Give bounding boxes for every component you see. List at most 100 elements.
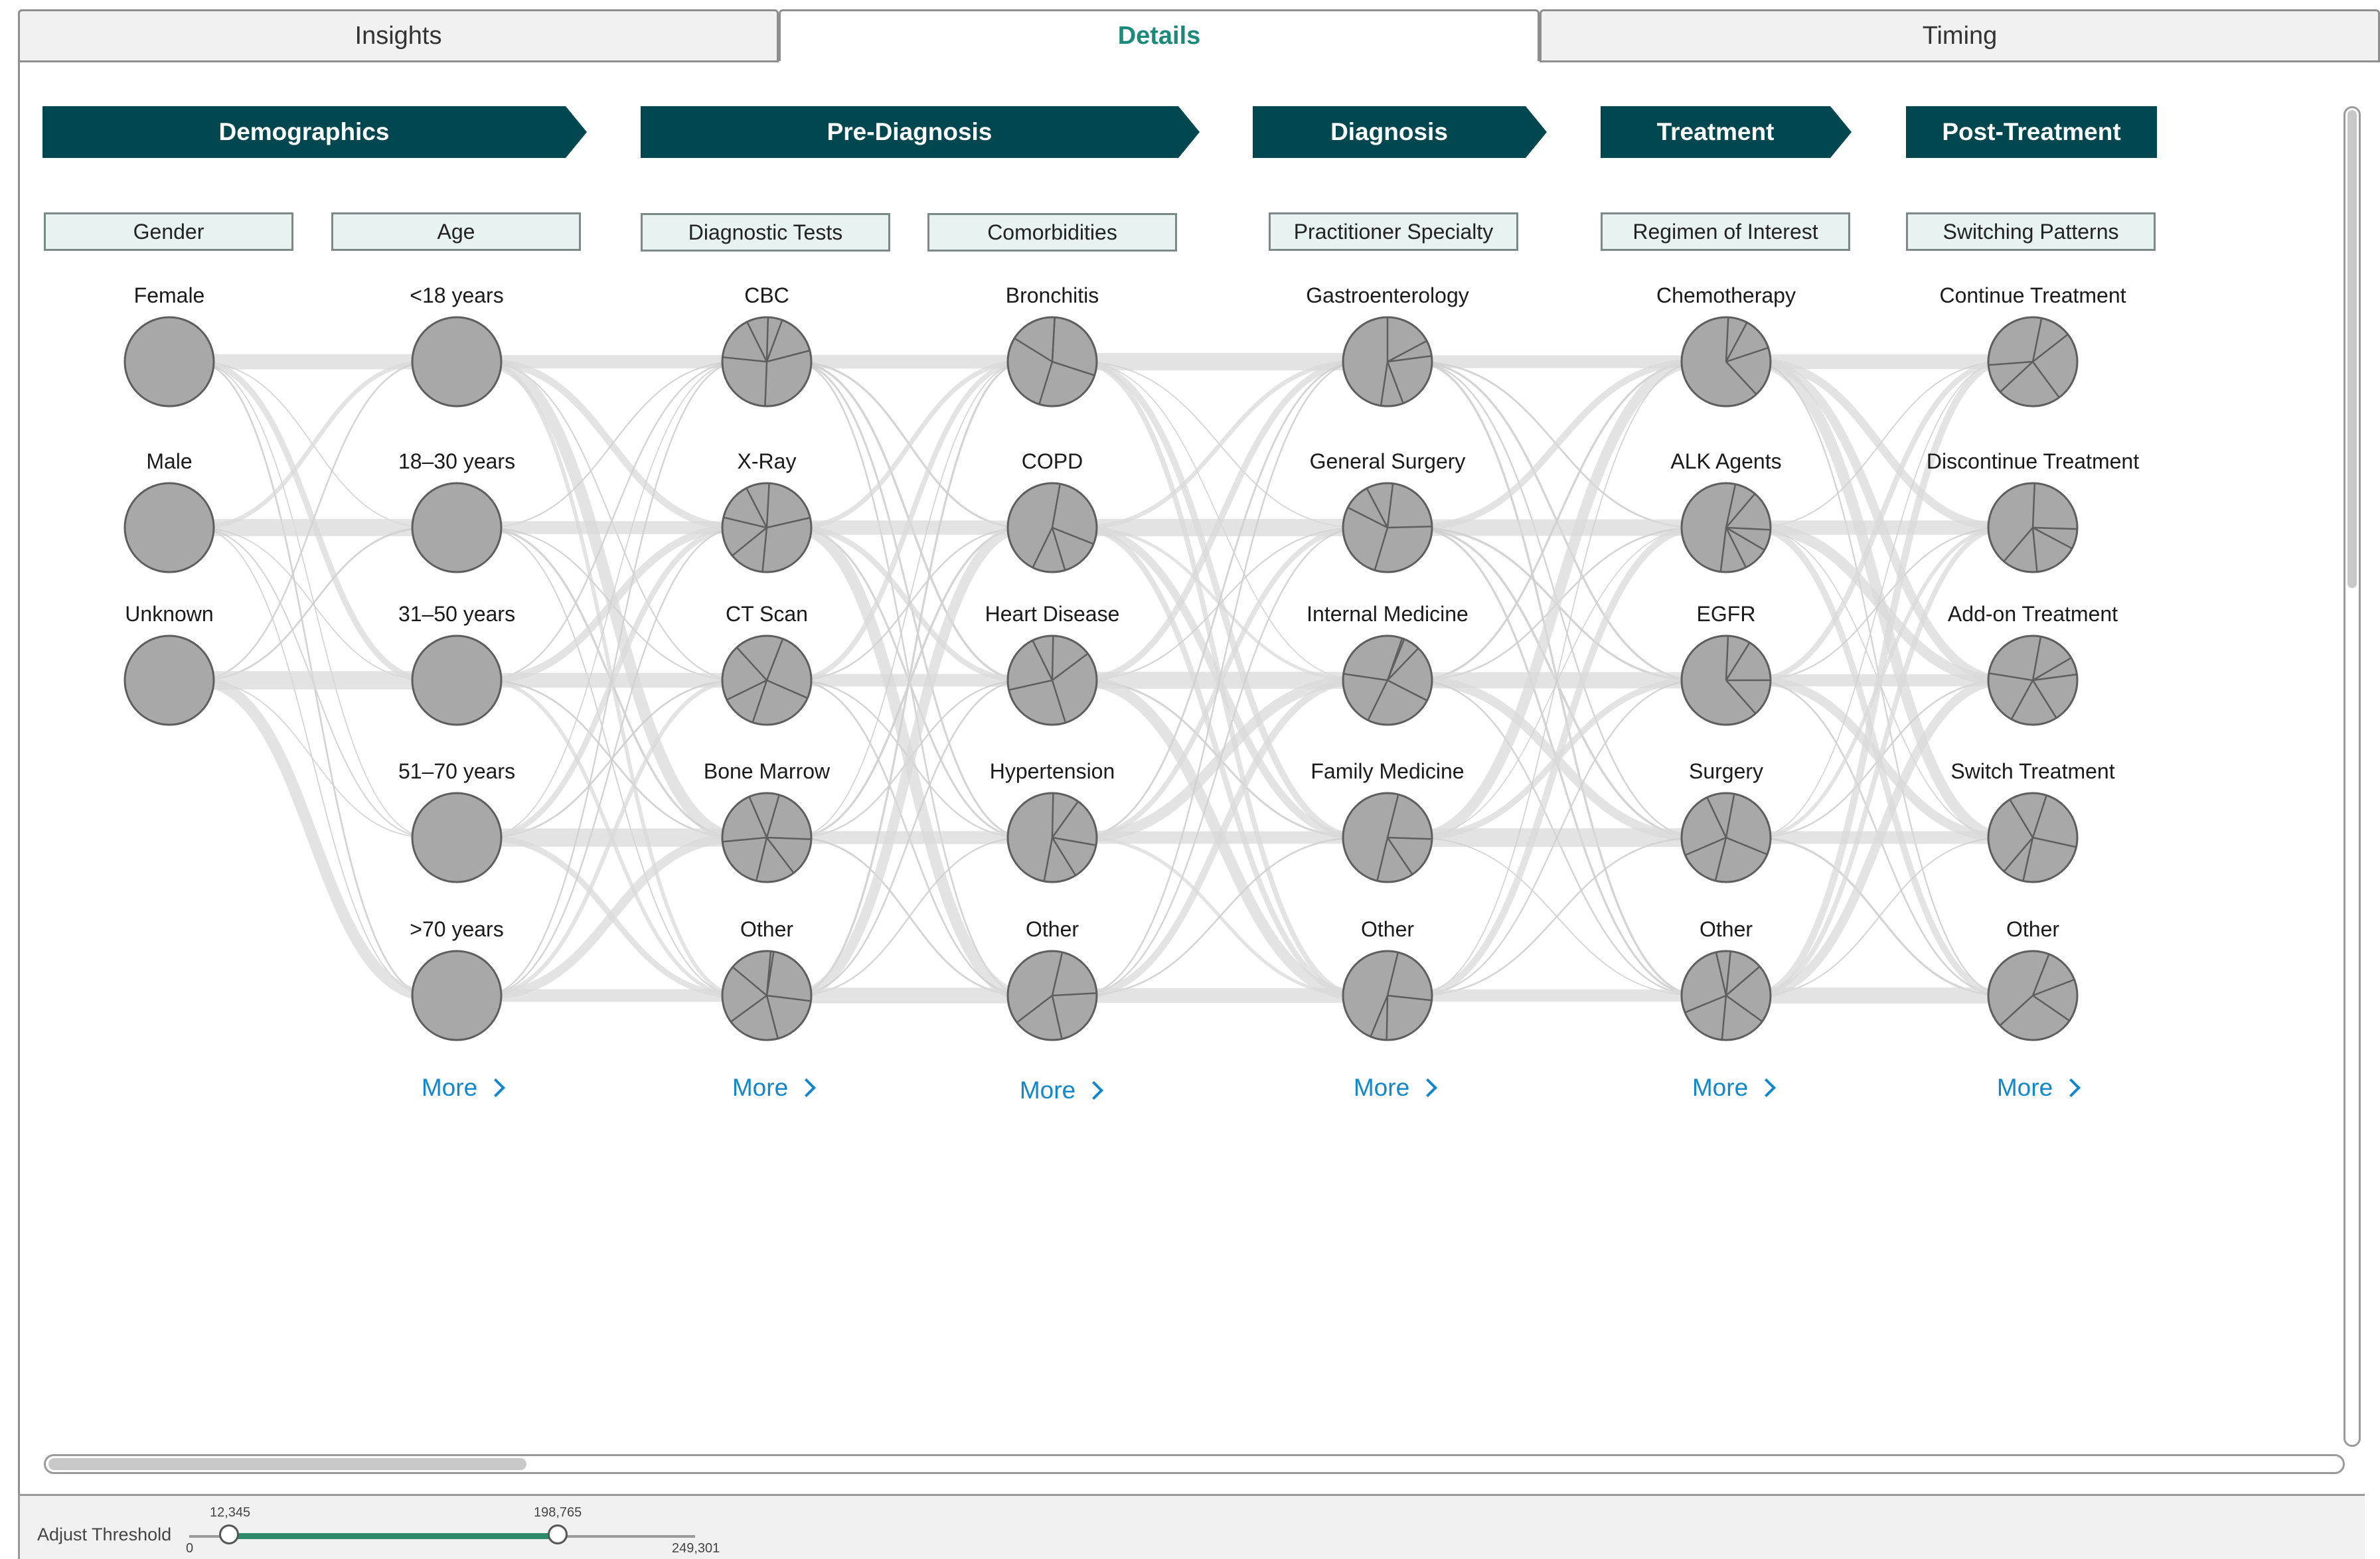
node-circle[interactable] xyxy=(411,482,503,573)
category-switching-patterns[interactable]: Switching Patterns xyxy=(1906,212,2156,251)
flow-node[interactable]: Surgery xyxy=(1680,759,1772,883)
flow-link[interactable] xyxy=(196,680,430,838)
flow-node[interactable]: Other xyxy=(1342,917,1433,1041)
chevron-right-icon xyxy=(1085,1080,1104,1100)
category-label: Age xyxy=(437,219,475,244)
threshold-max-value: 249,301 xyxy=(672,1541,720,1556)
flow-node[interactable]: Bronchitis xyxy=(1006,283,1099,408)
flow-link[interactable] xyxy=(483,524,740,684)
more-label: More xyxy=(1019,1076,1076,1104)
category-practitioner-specialty[interactable]: Practitioner Specialty xyxy=(1269,212,1518,251)
flow-node[interactable]: 18–30 years xyxy=(398,449,515,573)
node-circle[interactable] xyxy=(411,792,503,883)
category-diagnostic-tests[interactable]: Diagnostic Tests xyxy=(641,213,890,252)
flow-node[interactable]: COPD xyxy=(1006,449,1098,573)
pie-slice-divider xyxy=(1051,792,1054,838)
node-label: Gastroenterology xyxy=(1306,283,1468,307)
flow-node[interactable]: Other xyxy=(1987,917,2079,1041)
flow-node[interactable]: Unknown xyxy=(123,602,215,726)
flow-node[interactable]: X-Ray xyxy=(721,449,813,573)
vertical-scrollbar[interactable] xyxy=(2343,106,2361,1447)
flow-node[interactable]: Hypertension xyxy=(990,759,1115,883)
chevron-right-icon xyxy=(1419,1078,1438,1098)
category-label: Diagnostic Tests xyxy=(688,220,843,244)
horizontal-scrollbar-thumb[interactable] xyxy=(48,1458,526,1470)
flow-link[interactable] xyxy=(1414,358,1700,531)
node-label: EGFR xyxy=(1697,602,1756,626)
flow-node[interactable]: Male xyxy=(123,449,215,573)
node-label: Unknown xyxy=(125,602,213,626)
threshold-high-handle[interactable] xyxy=(548,1524,568,1544)
stage-label: Diagnosis xyxy=(1330,118,1448,145)
flow-node[interactable]: General Surgery xyxy=(1310,449,1466,573)
flow-node[interactable]: <18 years xyxy=(410,283,504,408)
flow-node[interactable]: ALK Agents xyxy=(1670,449,1782,573)
node-label: Add-on Treatment xyxy=(1948,602,2118,626)
pie-slice-divider xyxy=(1386,995,1389,1041)
threshold-min-value: 0 xyxy=(186,1541,194,1556)
flow-node[interactable]: Other xyxy=(1006,917,1098,1041)
flow-node[interactable]: >70 years xyxy=(410,917,504,1041)
node-label: Female xyxy=(134,283,205,307)
stage-diagnosis: Diagnosis xyxy=(1253,106,1547,158)
node-circle[interactable] xyxy=(411,950,503,1041)
stage-post-treatment: Post-Treatment xyxy=(1906,106,2157,158)
node-circle[interactable] xyxy=(123,482,215,573)
flow-node[interactable]: Bone Marrow xyxy=(704,759,831,883)
flow-link[interactable] xyxy=(1414,836,1700,997)
category-age[interactable]: Age xyxy=(331,212,581,251)
more-switching-patterns-link[interactable]: More xyxy=(1997,1074,2081,1102)
node-circle[interactable] xyxy=(411,634,503,726)
more-regimen-link[interactable]: More xyxy=(1692,1074,1777,1102)
category-regimen-of-interest[interactable]: Regimen of Interest xyxy=(1601,212,1850,251)
chevron-right-icon xyxy=(2062,1078,2081,1098)
threshold-high-value: 198,765 xyxy=(534,1505,582,1520)
flow-link[interactable] xyxy=(195,674,431,1002)
node-circle[interactable] xyxy=(123,316,215,408)
node-label: 51–70 years xyxy=(398,759,515,783)
node-label: Other xyxy=(1026,917,1079,941)
node-circle[interactable] xyxy=(411,316,503,408)
more-practitioner-specialty-link[interactable]: More xyxy=(1354,1074,1438,1102)
flow-link[interactable] xyxy=(196,361,430,838)
stage-label: Post-Treatment xyxy=(1942,118,2121,145)
flow-node[interactable]: 51–70 years xyxy=(398,759,515,883)
flow-node[interactable]: Female xyxy=(123,283,215,408)
flow-node[interactable]: CT Scan xyxy=(721,602,813,726)
node-label: Heart Disease xyxy=(985,602,1120,626)
threshold-label: Adjust Threshold xyxy=(37,1524,172,1544)
category-gender[interactable]: Gender xyxy=(44,212,293,251)
node-label: 18–30 years xyxy=(398,449,515,473)
stage-pre-diagnosis: Pre-Diagnosis xyxy=(641,106,1200,158)
more-comorbidities-link[interactable]: More xyxy=(1019,1076,1104,1104)
more-age-link[interactable]: More xyxy=(422,1074,506,1102)
flow-link[interactable] xyxy=(196,526,430,682)
flow-node[interactable]: Add-on Treatment xyxy=(1948,602,2118,726)
flow-link[interactable] xyxy=(793,359,1026,530)
flow-node[interactable]: Heart Disease xyxy=(985,602,1120,726)
more-label: More xyxy=(732,1074,789,1101)
threshold-low-handle[interactable] xyxy=(219,1524,239,1544)
flow-link[interactable] xyxy=(483,361,740,838)
stage-demographics: Demographics xyxy=(42,106,587,158)
node-label: 31–50 years xyxy=(398,602,515,626)
flow-node[interactable]: EGFR xyxy=(1680,602,1772,726)
node-label: Surgery xyxy=(1689,759,1763,783)
node-label: Other xyxy=(2006,917,2059,941)
flow-link[interactable] xyxy=(196,359,430,530)
flow-node[interactable]: CBC xyxy=(721,283,813,408)
more-diagnostic-tests-link[interactable]: More xyxy=(732,1074,817,1102)
category-comorbidities[interactable]: Comorbidities xyxy=(927,213,1177,252)
flow-node[interactable]: Internal Medicine xyxy=(1307,602,1468,726)
flow-node[interactable]: 31–50 years xyxy=(398,602,515,726)
node-circle[interactable] xyxy=(123,634,215,726)
flow-node[interactable]: Family Medicine xyxy=(1310,759,1465,883)
flow-node[interactable]: Chemotherapy xyxy=(1656,283,1796,408)
node-label: Internal Medicine xyxy=(1307,602,1468,626)
flow-node[interactable]: Other xyxy=(721,917,813,1041)
node-label: CT Scan xyxy=(726,602,808,626)
flow-node[interactable]: Gastroenterology xyxy=(1306,283,1469,408)
vertical-scrollbar-thumb[interactable] xyxy=(2347,110,2357,588)
horizontal-scrollbar[interactable] xyxy=(44,1454,2345,1474)
flow-node[interactable]: Other xyxy=(1680,917,1772,1041)
